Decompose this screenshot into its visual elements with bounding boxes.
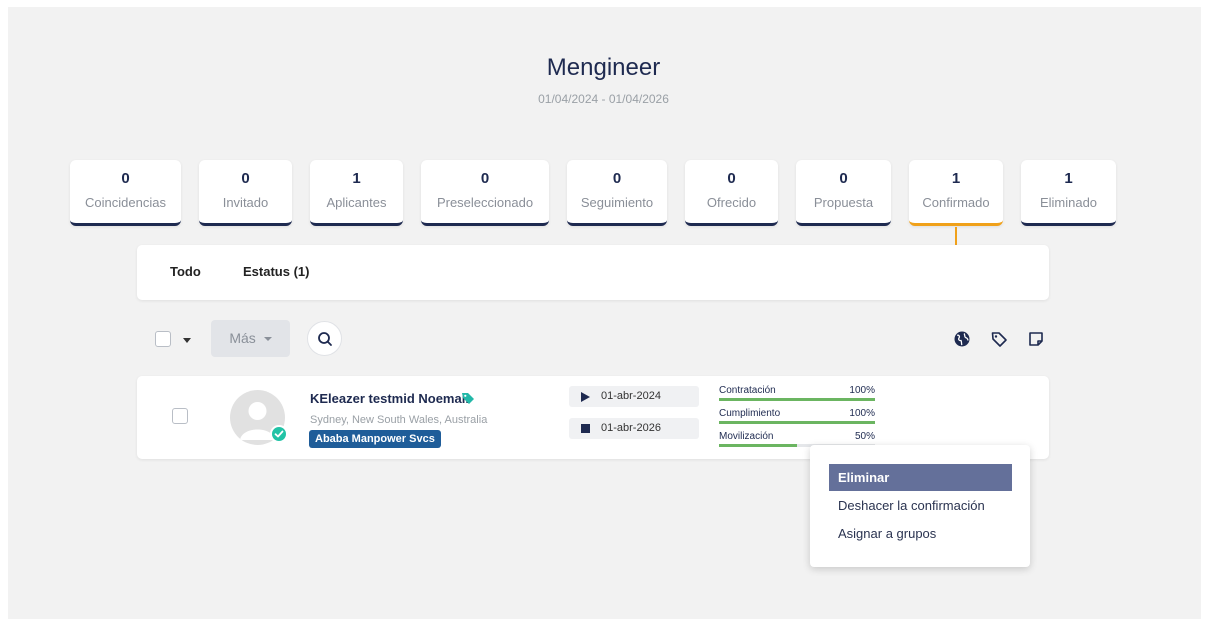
stage-count: 1 <box>1064 170 1073 187</box>
progress-percent: 100% <box>849 408 875 419</box>
note-icon[interactable] <box>1027 330 1045 348</box>
stage-card-invitado[interactable]: 0 Invitado <box>199 160 292 226</box>
stage-count: 0 <box>241 170 250 187</box>
stage-count: 1 <box>951 170 961 187</box>
start-date-value: 01-abr-2024 <box>601 390 661 402</box>
verified-check-icon <box>270 425 288 443</box>
stage-label: Seguimiento <box>580 195 654 210</box>
stage-card-propuesta[interactable]: 0 Propuesta <box>796 160 891 226</box>
tag-icon[interactable] <box>460 390 476 406</box>
progress-fill <box>719 398 875 401</box>
progress-track <box>719 398 875 401</box>
select-all-checkbox[interactable] <box>155 331 171 347</box>
menu-item-asignar-grupos[interactable]: Asignar a grupos <box>829 520 1012 547</box>
stage-count: 0 <box>121 170 130 187</box>
stage-card-aplicantes[interactable]: 1 Aplicantes <box>310 160 403 226</box>
filter-tab-estatus[interactable]: Estatus (1) <box>243 264 309 279</box>
stage-count: 1 <box>352 170 361 187</box>
stage-card-confirmado[interactable]: 1 Confirmado <box>909 160 1003 226</box>
end-date-value: 01-abr-2026 <box>601 422 661 434</box>
stage-card-preseleccionado[interactable]: 0 Preseleccionado <box>421 160 549 226</box>
play-icon <box>581 392 590 402</box>
company-badge: Ababa Manpower Svcs <box>309 430 441 448</box>
progress-percent: 100% <box>849 385 875 396</box>
end-date: 01-abr-2026 <box>569 418 699 439</box>
stop-icon <box>581 424 590 433</box>
stage-label: Invitado <box>222 195 269 210</box>
stage-card-eliminado[interactable]: 1 Eliminado <box>1021 160 1116 226</box>
stage-label: Aplicantes <box>326 195 387 210</box>
stage-label: Preseleccionado <box>436 195 534 210</box>
menu-item-eliminar[interactable]: Eliminar <box>829 464 1012 491</box>
progress-percent: 50% <box>854 431 875 442</box>
stage-label: Propuesta <box>813 195 874 210</box>
start-date: 01-abr-2024 <box>569 386 699 407</box>
stage-label: Ofrecido <box>706 195 757 210</box>
candidate-name[interactable]: KEleazer testmid Noemail <box>310 391 469 406</box>
stage-count: 0 <box>480 170 490 187</box>
stage-card-coincidencias[interactable]: 0 Coincidencias <box>70 160 181 226</box>
stage-count: 0 <box>727 170 736 187</box>
progress-label: Movilización <box>719 431 774 442</box>
date-range: 01/04/2024 - 01/04/2026 <box>538 92 669 106</box>
stage-card-seguimiento[interactable]: 0 Seguimiento <box>567 160 667 226</box>
tag-icon[interactable] <box>990 330 1008 348</box>
stage-label: Eliminado <box>1039 195 1098 210</box>
progress-label: Contratación <box>719 385 776 396</box>
stage-label: Coincidencias <box>85 195 166 210</box>
chevron-down-icon <box>263 337 272 342</box>
globe-icon[interactable] <box>953 330 971 348</box>
stage-count: 0 <box>612 170 622 187</box>
search-button[interactable] <box>307 321 342 356</box>
select-dropdown-caret-icon[interactable] <box>183 338 191 343</box>
filter-tab-todo[interactable]: Todo <box>170 264 201 279</box>
more-actions-label: Más <box>229 330 256 346</box>
stage-label: Confirmado <box>922 195 990 210</box>
filter-bar: Todo Estatus (1) <box>137 245 1049 300</box>
progress-fill <box>719 444 797 447</box>
progress-track <box>719 421 875 424</box>
stage-count: 0 <box>839 170 848 187</box>
active-stage-connector <box>955 227 957 245</box>
context-menu: Eliminar Deshacer la confirmación Asigna… <box>810 445 1030 567</box>
page-title: Mengineer <box>546 54 661 81</box>
candidate-location: Sydney, New South Wales, Australia <box>310 414 488 426</box>
more-actions-button[interactable]: Más <box>211 320 290 357</box>
stage-card-ofrecido[interactable]: 0 Ofrecido <box>685 160 778 226</box>
search-icon <box>318 332 332 346</box>
candidate-checkbox[interactable] <box>172 408 188 424</box>
progress-fill <box>719 421 875 424</box>
progress-label: Cumplimiento <box>719 408 781 419</box>
menu-item-deshacer-confirmacion[interactable]: Deshacer la confirmación <box>829 492 1012 519</box>
